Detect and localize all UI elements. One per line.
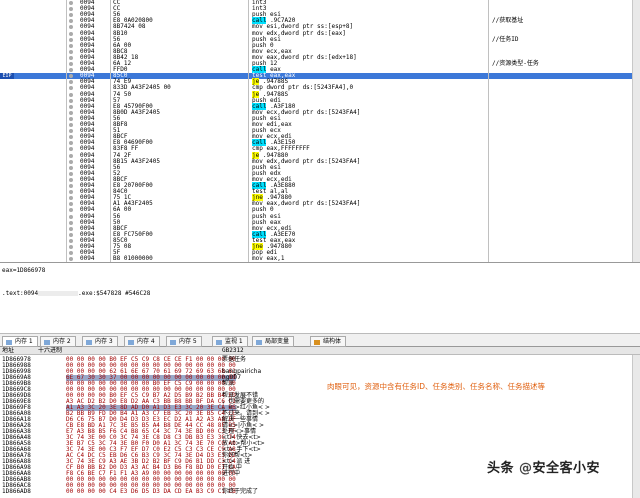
tab-2[interactable]: 内存 2 <box>40 336 76 347</box>
col-address: 地址 <box>2 347 15 354</box>
redacted-text <box>38 291 79 296</box>
tab-label: 内存 2 <box>53 338 71 345</box>
tab-label: 内存 1 <box>15 338 33 345</box>
col-hex: 十六进制 <box>38 347 63 354</box>
breakpoint-dot-icon[interactable] <box>69 68 73 73</box>
breakpoint-dot-icon[interactable] <box>69 43 73 48</box>
disassembly-view[interactable]: 0094 CC int3 0094 CC int3 0094 56 push esi 0094 E8… <box>0 0 640 262</box>
info-panel: eax=1D866978 .text:0094 .exe:$547828 #546… <box>0 262 640 317</box>
breakpoint-dot-icon[interactable] <box>69 86 73 91</box>
breakpoint-dot-icon[interactable] <box>69 141 73 146</box>
breakpoint-dot-icon[interactable] <box>69 129 73 134</box>
breakpoint-dot-icon[interactable] <box>69 37 73 42</box>
breakpoint-dot-icon[interactable] <box>69 31 73 36</box>
breakpoint-dot-icon[interactable] <box>69 153 73 158</box>
disasm-scrollbar[interactable] <box>632 0 640 262</box>
breakpoint-dot-icon[interactable] <box>69 177 73 182</box>
breakpoint-dot-icon[interactable] <box>69 232 73 237</box>
breakpoint-dot-icon[interactable] <box>69 62 73 66</box>
breakpoint-dot-icon[interactable] <box>69 196 73 201</box>
annotation-text: 肉眼可见，资源中含有任务ID、任务类别、任务名称、任务描述等 <box>327 382 545 391</box>
breakpoint-dot-icon[interactable] <box>69 123 73 127</box>
dump-header: 地址 十六进制 GB2312 <box>0 347 640 355</box>
tab-3[interactable]: 内存 3 <box>82 336 118 347</box>
tab-icon <box>44 340 50 345</box>
tab-label: 内存 3 <box>95 338 113 345</box>
tab-4[interactable]: 内存 4 <box>124 336 160 347</box>
breakpoint-dot-icon[interactable] <box>69 74 73 79</box>
tab-label: 内存 5 <box>179 338 197 345</box>
dump-hex: 00 00 00 00 C4 E3 D6 D5 D3 DA CD EA B3 C… <box>66 488 236 495</box>
breakpoint-dot-icon[interactable] <box>69 110 73 115</box>
breakpoint-dot-icon[interactable] <box>69 55 73 60</box>
column-separator <box>66 0 67 262</box>
tab-icon <box>6 340 12 345</box>
col-ascii: GB2312 <box>222 347 244 354</box>
address-info: .text:0094 .exe:$547828 #546C28 <box>2 290 151 297</box>
breakpoint-dot-icon[interactable] <box>69 226 73 231</box>
tab-icon <box>128 340 134 345</box>
tab-icon <box>314 340 320 345</box>
breakpoint-dot-icon[interactable] <box>69 220 73 225</box>
tab-icon <box>86 340 92 345</box>
breakpoint-dot-icon[interactable] <box>69 165 73 170</box>
watermark: 头条 @安全客小安 <box>487 461 601 476</box>
eip-marker: EIP <box>0 73 14 80</box>
tab-label: 局部变量 <box>265 338 290 345</box>
breakpoint-dot-icon[interactable] <box>69 238 73 243</box>
breakpoint-dot-icon[interactable] <box>69 159 73 164</box>
tab-icon <box>170 340 176 345</box>
tab-icon <box>256 340 262 345</box>
breakpoint-dot-icon[interactable] <box>69 1 73 5</box>
dump-address: 1D866AD8 <box>2 488 31 495</box>
tab-label: 结构体 <box>323 338 342 345</box>
breakpoint-dot-icon[interactable] <box>69 104 73 109</box>
dump-scrollbar[interactable] <box>632 355 640 498</box>
tab-5[interactable]: 内存 5 <box>166 336 202 347</box>
breakpoint-dot-icon[interactable] <box>69 147 73 152</box>
breakpoint-dot-icon[interactable] <box>69 116 73 121</box>
breakpoint-dot-icon[interactable] <box>69 190 73 195</box>
dump-text: 你终于完成了 <box>222 488 259 495</box>
tab-8[interactable]: 结构体 <box>310 336 347 347</box>
breakpoint-dot-icon[interactable] <box>69 184 73 188</box>
breakpoint-dot-icon[interactable] <box>69 171 73 176</box>
breakpoint-dot-icon[interactable] <box>69 25 73 30</box>
breakpoint-dot-icon[interactable] <box>69 92 73 97</box>
breakpoint-dot-icon[interactable] <box>69 208 73 213</box>
tab-1[interactable]: 内存 1 <box>2 336 38 347</box>
breakpoint-dot-icon[interactable] <box>69 80 73 85</box>
breakpoint-dot-icon[interactable] <box>69 13 73 18</box>
breakpoint-dot-icon[interactable] <box>69 214 73 219</box>
breakpoint-dot-icon[interactable] <box>69 49 73 54</box>
breakpoint-dot-icon[interactable] <box>69 251 73 256</box>
breakpoint-dot-icon[interactable] <box>69 135 73 140</box>
breakpoint-dot-icon[interactable] <box>69 202 73 207</box>
column-separator <box>248 0 249 262</box>
tab-icon <box>216 340 222 345</box>
breakpoint-dot-icon[interactable] <box>69 245 73 249</box>
dump-tabs: 内存 1 内存 2 内存 3 内存 4 内存 5 监视 1 局部变量 结构体 <box>0 333 640 347</box>
breakpoint-dot-icon[interactable] <box>69 19 73 24</box>
column-separator <box>110 0 111 262</box>
tab-7[interactable]: 局部变量 <box>252 336 295 347</box>
tab-label: 监视 1 <box>225 338 243 345</box>
column-separator <box>488 0 489 262</box>
register-info: eax=1D866978 <box>2 267 46 274</box>
tab-label: 内存 4 <box>137 338 155 345</box>
breakpoint-dot-icon[interactable] <box>69 98 73 103</box>
dump-row[interactable]: 1D866AD8 00 00 00 00 C4 E3 D6 D5 D3 DA CD… <box>0 488 560 495</box>
breakpoint-dot-icon[interactable] <box>69 7 73 12</box>
tab-6[interactable]: 监视 1 <box>212 336 248 347</box>
breakpoint-dot-icon[interactable] <box>69 257 73 262</box>
